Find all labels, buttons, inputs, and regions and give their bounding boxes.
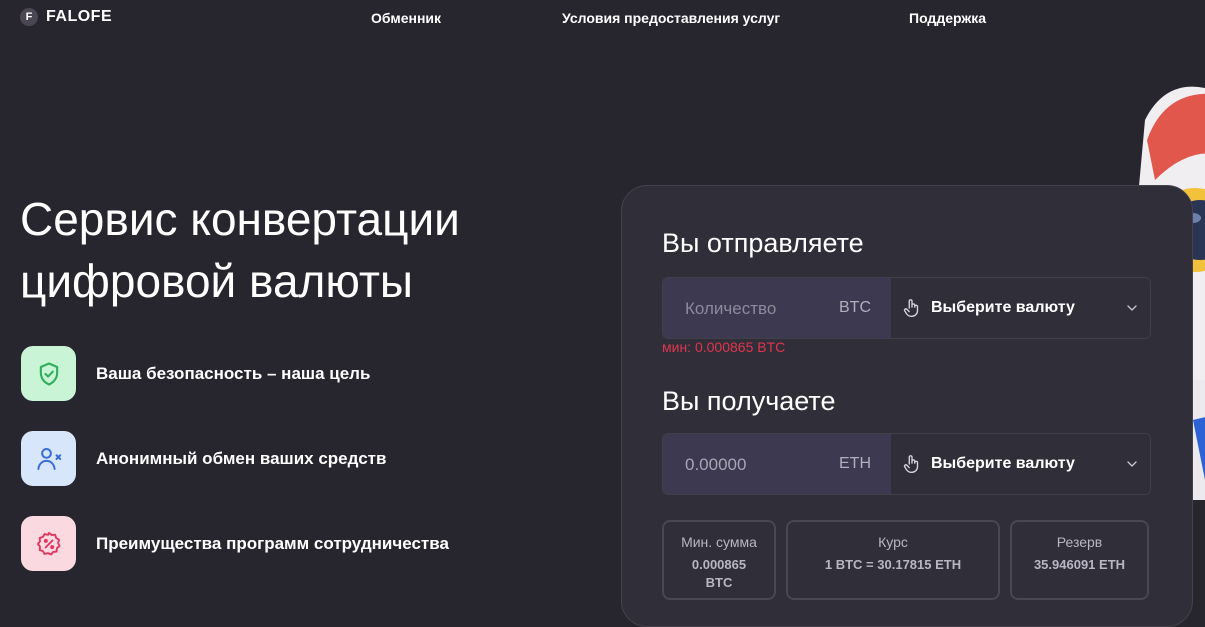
receive-amount-box: ETH: [663, 434, 891, 494]
stat-value-line: 0.000865: [691, 557, 747, 572]
send-currency-select[interactable]: Выберите валюту: [891, 278, 1150, 338]
receive-heading: Вы получаете: [662, 386, 836, 416]
receive-amount-input[interactable]: [683, 434, 827, 494]
send-field: BTC Выберите валюту: [662, 277, 1151, 339]
stat-value: 0.000865 BTC: [664, 556, 774, 592]
logo-mark: F: [20, 8, 38, 26]
stat-min-amount: Мин. сумма 0.000865 BTC: [662, 520, 776, 600]
min-amount-note: мин: 0.000865 BTC: [662, 339, 786, 355]
exchange-card: Вы отправляете BTC Выберите валюту мин: …: [621, 185, 1193, 627]
stat-label: Мин. сумма: [681, 534, 757, 550]
nav-exchanger[interactable]: Обменник: [371, 10, 441, 26]
feature-label: Ваша безопасность – наша цель: [96, 363, 371, 383]
receive-currency-code: ETH: [839, 455, 871, 472]
stat-value: 1 BTC = 30.17815 ETH: [824, 557, 962, 572]
receive-currency-select[interactable]: Выберите валюту: [891, 434, 1150, 494]
stat-label: Резерв: [1056, 534, 1103, 550]
hero-title: Сервис конвертации цифровой валюты: [20, 193, 460, 307]
receive-field: ETH Выберите валюту: [662, 433, 1151, 495]
send-currency-code: BTC: [839, 299, 871, 316]
stat-rate: Курс 1 BTC = 30.17815 ETH: [786, 520, 1000, 600]
stat-value: 35.946091 ETH: [1033, 557, 1126, 572]
logo[interactable]: F FALOFE: [20, 8, 112, 26]
feature-security: Ваша безопасность – наша цель: [21, 346, 370, 401]
feature-label: Преимущества программ сотрудничества: [96, 533, 449, 553]
chevron-down-icon: [1127, 305, 1137, 311]
nav-support[interactable]: Поддержка: [909, 10, 986, 26]
shield-check-icon: [21, 346, 76, 401]
stat-label: Курс: [878, 534, 908, 550]
feature-anonymous: Анонимный обмен ваших средств: [21, 431, 386, 486]
send-heading: Вы отправляете: [662, 228, 864, 258]
nav-terms[interactable]: Условия предоставления услуг: [562, 10, 780, 26]
receive-select-label: Выберите валюту: [931, 455, 1075, 472]
feature-label: Анонимный обмен ваших средств: [96, 448, 387, 468]
stat-reserve: Резерв 35.946091 ETH: [1010, 520, 1149, 600]
send-amount-box: BTC: [663, 278, 891, 338]
user-x-icon: [21, 431, 76, 486]
stat-value-line: BTC: [705, 575, 733, 590]
hand-pointer-icon: [903, 299, 919, 317]
chevron-down-icon: [1127, 461, 1137, 467]
send-amount-input[interactable]: [683, 278, 827, 338]
feature-partnership: Преимущества программ сотрудничества: [21, 516, 449, 571]
send-select-label: Выберите валюту: [931, 299, 1075, 316]
percent-badge-icon: [21, 516, 76, 571]
hand-pointer-icon: [903, 455, 919, 473]
logo-text: FALOFE: [46, 8, 113, 25]
